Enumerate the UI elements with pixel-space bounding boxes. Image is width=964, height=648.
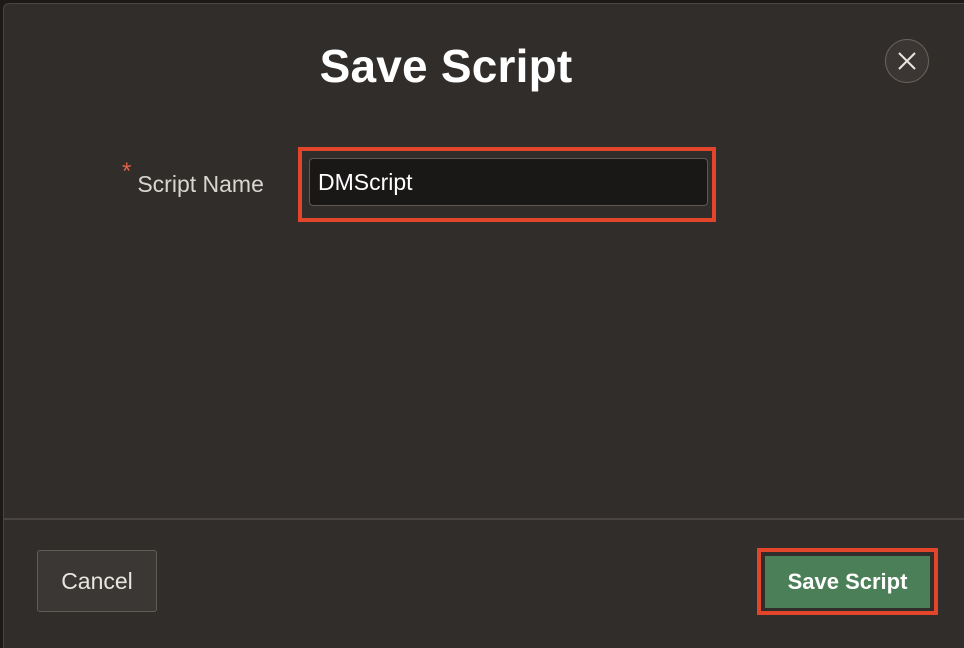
script-name-label-group: * Script Name <box>122 158 264 204</box>
save-script-dialog: Save Script * Script Name Cancel Save Sc… <box>3 3 964 648</box>
script-name-input[interactable] <box>309 158 708 206</box>
close-button[interactable] <box>885 39 929 83</box>
required-marker: * <box>122 158 132 185</box>
dialog-title: Save Script <box>319 40 573 92</box>
save-script-button[interactable]: Save Script <box>765 556 930 608</box>
footer-divider <box>4 518 964 520</box>
close-icon <box>896 50 918 72</box>
script-name-label: Script Name <box>137 171 264 197</box>
cancel-button[interactable]: Cancel <box>37 550 157 612</box>
